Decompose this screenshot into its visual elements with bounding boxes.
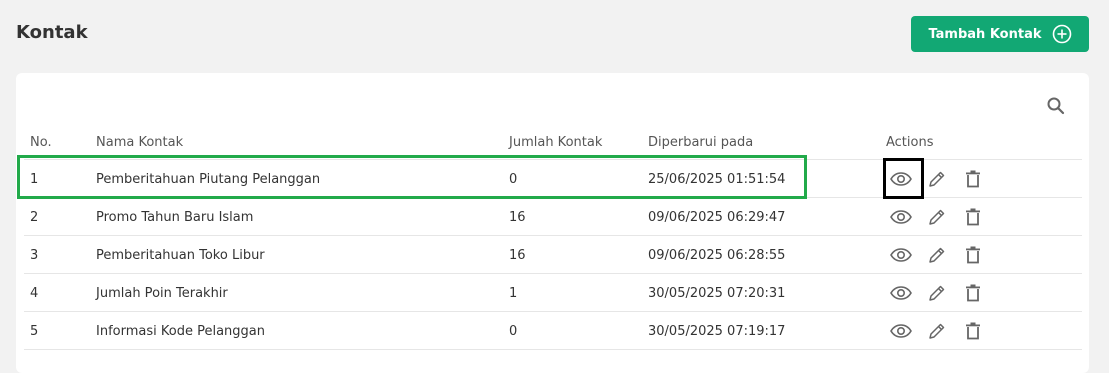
contact-name: Pemberitahuan Piutang Pelanggan [96,172,321,187]
column-header-name: Nama Kontak [96,134,184,150]
pencil-icon[interactable] [926,244,948,266]
contact-count: 1 [509,286,518,301]
pencil-icon[interactable] [926,206,948,228]
row-number: 1 [30,172,39,187]
contact-count: 0 [509,172,518,187]
table-row[interactable]: 2 Promo Tahun Baru Islam 16 09/06/2025 06:2… [24,198,1082,236]
updated-at: 25/06/2025 01:51:54 [648,172,786,187]
plus-circle-icon [1052,24,1072,44]
pencil-icon[interactable] [926,168,948,190]
column-header-updated: Diperbarui pada [648,134,754,150]
updated-at: 09/06/2025 06:29:47 [648,210,786,225]
row-actions [890,160,984,197]
table-row[interactable]: 3 Pemberitahuan Toko Libur 16 09/06/2025 06… [24,236,1082,274]
row-actions [890,274,984,311]
row-number: 2 [30,210,39,225]
add-contact-button[interactable]: Tambah Kontak [911,16,1089,52]
contact-count: 16 [509,248,526,263]
eye-icon[interactable] [890,282,912,304]
updated-at: 09/06/2025 06:28:55 [648,248,786,263]
page-title: Kontak [16,22,88,43]
add-contact-button-label: Tambah Kontak [928,26,1042,42]
eye-icon[interactable] [890,168,912,190]
trash-icon[interactable] [962,282,984,304]
eye-icon[interactable] [890,320,912,342]
column-header-actions: Actions [886,134,934,150]
updated-at: 30/05/2025 07:19:17 [648,324,786,339]
contact-count: 16 [509,210,526,225]
table-row[interactable]: 5 Informasi Kode Pelanggan 0 30/05/2025 07:… [24,312,1082,350]
contact-name: Promo Tahun Baru Islam [96,210,254,225]
table-header-row: No. Nama Kontak Jumlah Kontak Diperbarui… [24,125,1082,160]
contact-name: Pemberitahuan Toko Libur [96,248,265,263]
row-number: 3 [30,248,39,263]
search-icon[interactable] [1046,96,1066,120]
trash-icon[interactable] [962,168,984,190]
contact-name: Informasi Kode Pelanggan [96,324,265,339]
row-actions [890,198,984,235]
column-header-no: No. [30,134,52,150]
table-row[interactable]: 4 Jumlah Poin Terakhir 1 30/05/2025 07:20:3… [24,274,1082,312]
updated-at: 30/05/2025 07:20:31 [648,286,786,301]
trash-icon[interactable] [962,320,984,342]
row-actions [890,236,984,273]
trash-icon[interactable] [962,206,984,228]
table-row[interactable]: 1 Pemberitahuan Piutang Pelanggan 0 25/06/2… [24,160,1082,198]
contacts-table: No. Nama Kontak Jumlah Kontak Diperbarui… [24,125,1082,350]
eye-icon[interactable] [890,206,912,228]
row-number: 4 [30,286,39,301]
pencil-icon[interactable] [926,282,948,304]
trash-icon[interactable] [962,244,984,266]
eye-icon[interactable] [890,244,912,266]
row-number: 5 [30,324,39,339]
pencil-icon[interactable] [926,320,948,342]
contact-count: 0 [509,324,518,339]
contact-name: Jumlah Poin Terakhir [96,286,228,301]
column-header-count: Jumlah Kontak [509,134,603,150]
row-actions [890,312,984,349]
